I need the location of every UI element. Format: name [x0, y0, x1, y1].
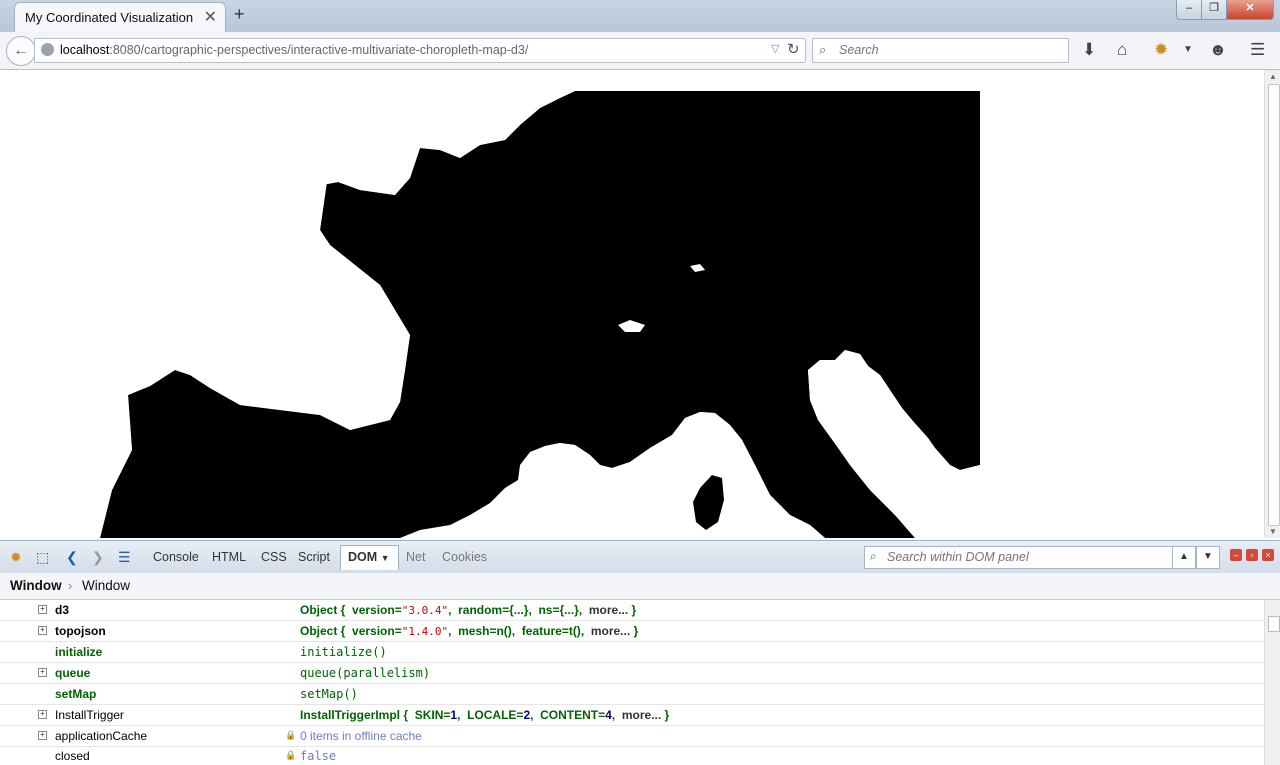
expand-icon[interactable]: +	[38, 626, 47, 635]
breadcrumb-separator-icon: ›	[68, 578, 73, 593]
tab-css[interactable]: CSS	[261, 550, 287, 564]
tab-dom-label: DOM	[348, 550, 378, 564]
dom-row-queue[interactable]: + queue queue(parallelism)	[0, 663, 1264, 684]
dom-row-value[interactable]: initialize()	[300, 645, 387, 659]
url-bar[interactable]: localhost:8080/cartographic-perspectives…	[34, 38, 806, 63]
dom-row-name: queue	[55, 666, 91, 680]
download-icon[interactable]: ⬇	[1082, 40, 1096, 60]
dom-row-installtrigger[interactable]: + InstallTrigger InstallTriggerImpl { SK…	[0, 705, 1264, 726]
chevron-down-icon: ▼	[380, 553, 390, 563]
dom-row-name: initialize	[55, 645, 103, 659]
minimize-button[interactable]: –	[1176, 0, 1202, 20]
tab-close-icon[interactable]: ✕	[204, 7, 217, 27]
choropleth-map	[0, 70, 1264, 538]
home-icon[interactable]: ⌂	[1117, 40, 1127, 60]
maximize-button[interactable]: ❐	[1201, 0, 1227, 20]
dom-row-value[interactable]: false	[300, 749, 336, 763]
tab-dom[interactable]: DOM ▼	[340, 545, 399, 570]
dom-row-topojson[interactable]: + topojson Object { version="1.4.0", mes…	[0, 621, 1264, 642]
dom-breadcrumb: Window › Window	[0, 573, 1280, 600]
new-tab-icon[interactable]: +	[234, 4, 245, 25]
expand-icon[interactable]: +	[38, 668, 47, 677]
dom-search-box[interactable]: ⌕	[864, 546, 1174, 569]
navigation-toolbar: ← localhost:8080/cartographic-perspectiv…	[0, 32, 1280, 70]
chevron-down-icon[interactable]: ▼	[1183, 44, 1193, 55]
expand-icon[interactable]: +	[38, 710, 47, 719]
page-content	[0, 70, 1264, 538]
dom-row-value[interactable]: setMap()	[300, 687, 358, 701]
chat-icon[interactable]: ☻	[1209, 40, 1227, 60]
dom-row-d3[interactable]: + d3 Object { version="3.0.4", random={.…	[0, 600, 1264, 621]
search-icon: ⌕	[819, 42, 827, 57]
dom-row-value[interactable]: queue(parallelism)	[300, 666, 430, 680]
scroll-down-icon[interactable]: ▼	[1269, 527, 1277, 536]
minimize-firebug-icon[interactable]: –	[1230, 549, 1242, 561]
scrollbar-thumb[interactable]	[1268, 616, 1280, 632]
window-titlebar: My Coordinated Visualization ✕ + – ❐ ✕	[0, 0, 1280, 33]
search-icon: ⌕	[870, 549, 877, 563]
reload-icon[interactable]: ↻	[787, 40, 800, 58]
dom-panel: + d3 Object { version="3.0.4", random={.…	[0, 600, 1264, 765]
dom-row-initialize[interactable]: initialize initialize()	[0, 642, 1264, 663]
firebug-toolbar: ✹ ⬚ ❮ ❯ ☰ Console HTML CSS Script DOM ▼ …	[0, 540, 1280, 574]
scroll-up-icon[interactable]: ▲	[1269, 72, 1277, 81]
scrollbar-thumb[interactable]	[1268, 84, 1280, 526]
tab-html[interactable]: HTML	[212, 550, 246, 564]
url-path: :8080/cartographic-perspectives/interact…	[109, 43, 529, 57]
search-next-button[interactable]: ▼	[1196, 546, 1220, 569]
expand-icon[interactable]: +	[38, 605, 47, 614]
dom-row-closed[interactable]: closed 🔒 false	[0, 746, 1264, 765]
back-arrow-icon: ←	[13, 42, 29, 59]
back-icon[interactable]: ❮	[66, 549, 78, 566]
dom-row-name: d3	[55, 603, 70, 617]
globe-icon	[41, 43, 54, 56]
dom-row-name: InstallTrigger	[55, 708, 124, 722]
dom-row-value[interactable]: 0 items in offline cache	[300, 729, 422, 743]
breadcrumb-window[interactable]: Window	[82, 578, 130, 593]
dom-row-name: applicationCache	[55, 729, 148, 743]
tab-net[interactable]: Net	[406, 550, 425, 564]
dom-panel-scrollbar[interactable]	[1264, 600, 1280, 765]
page-scrollbar[interactable]: ▲ ▼	[1264, 70, 1280, 538]
map-sea-east	[980, 70, 1264, 538]
dom-row-value[interactable]: Object { version="1.4.0", mesh=n(), feat…	[300, 624, 638, 638]
dom-row-name: closed	[55, 749, 90, 763]
dom-row-value[interactable]: InstallTriggerImpl { SKIN=1, LOCALE=2, C…	[300, 708, 669, 722]
search-input[interactable]	[837, 42, 1061, 58]
breadcrumb-window-root[interactable]: Window	[10, 578, 62, 593]
dom-search-input[interactable]	[885, 549, 1169, 565]
search-prev-button[interactable]: ▲	[1172, 546, 1196, 569]
inspect-icon[interactable]: ⬚	[36, 549, 49, 566]
url-text: localhost:8080/cartographic-perspectives…	[60, 43, 528, 57]
dom-row-applicationcache[interactable]: + applicationCache 🔒 0 items in offline …	[0, 726, 1264, 747]
tab-script[interactable]: Script	[298, 550, 330, 564]
expand-icon[interactable]: +	[38, 731, 47, 740]
forward-icon[interactable]: ❯	[92, 549, 104, 566]
lock-icon: 🔒	[285, 750, 297, 760]
command-line-icon[interactable]: ☰	[118, 549, 131, 566]
close-firebug-icon[interactable]: ×	[1262, 549, 1274, 561]
close-window-button[interactable]: ✕	[1226, 0, 1274, 20]
tab-console[interactable]: Console	[153, 550, 199, 564]
tab-title: My Coordinated Visualization	[25, 10, 194, 25]
tab-cookies[interactable]: Cookies	[442, 550, 487, 564]
search-bar[interactable]: ⌕	[812, 38, 1069, 63]
dom-row-name: setMap	[55, 687, 97, 701]
browser-tab[interactable]: My Coordinated Visualization ✕	[14, 2, 226, 33]
firebug-icon[interactable]: ✹	[1154, 40, 1168, 60]
lock-icon: 🔒	[285, 730, 297, 740]
chevron-down-icon[interactable]: ▽	[771, 42, 779, 55]
firebug-icon[interactable]: ✹	[10, 549, 22, 566]
dom-row-setmap[interactable]: setMap setMap()	[0, 684, 1264, 705]
detach-firebug-icon[interactable]: ▫	[1246, 549, 1258, 561]
dom-row-value[interactable]: Object { version="3.0.4", random={...}, …	[300, 603, 636, 617]
dom-row-name: topojson	[55, 624, 106, 638]
menu-icon[interactable]: ☰	[1250, 40, 1265, 60]
back-button[interactable]: ←	[6, 36, 36, 66]
url-host: localhost	[60, 43, 110, 57]
